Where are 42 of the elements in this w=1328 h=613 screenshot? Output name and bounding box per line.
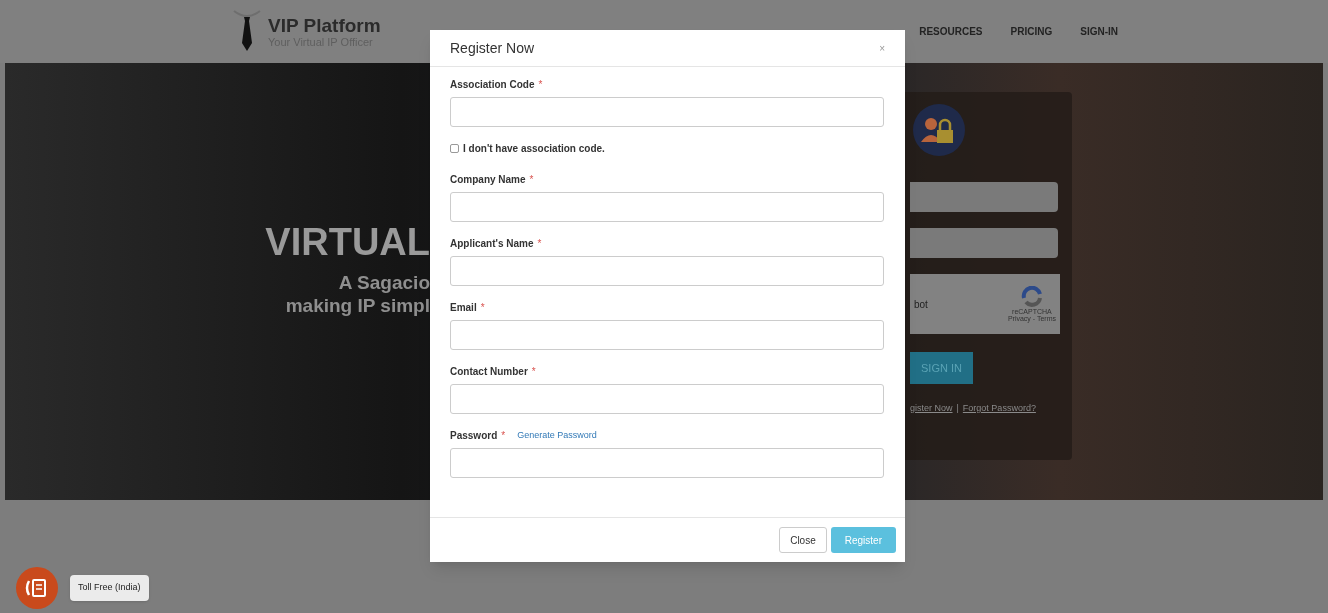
required-mark: *: [538, 78, 543, 92]
field-label: Password: [450, 429, 498, 443]
required-mark: *: [531, 365, 536, 379]
input-field[interactable]: [450, 192, 884, 222]
field-label: Contact Number: [450, 365, 528, 379]
hero-subtitle: making IP simpl: [285, 294, 430, 318]
required-mark: *: [480, 301, 485, 315]
close-button[interactable]: Close: [779, 527, 827, 553]
input-field[interactable]: [450, 384, 884, 414]
checkbox[interactable]: [450, 144, 459, 153]
close-button[interactable]: ×: [879, 40, 885, 56]
input-field[interactable]: [450, 256, 884, 286]
captcha-label: bot: [914, 297, 928, 312]
link-separator: |: [956, 402, 959, 415]
nav-link[interactable]: SIGN-IN: [1080, 24, 1118, 39]
field-label: Email: [450, 301, 477, 315]
input-field[interactable]: [450, 320, 884, 350]
hero-heading: VIRTUAL: [265, 220, 430, 265]
forgot-password-link[interactable]: Forgot Password?: [962, 402, 1036, 416]
required-mark: *: [537, 237, 542, 251]
toll-free-tooltip: Toll Free (India): [70, 575, 149, 601]
logo-title: VIP Platform: [268, 15, 381, 35]
required-mark: *: [529, 173, 534, 187]
captcha-logo-icon: [1019, 286, 1044, 308]
user-lock-icon: [913, 104, 965, 156]
phone-book-icon[interactable]: [16, 567, 58, 609]
checkbox-label: I don't have association code.: [463, 142, 605, 156]
username-field[interactable]: [910, 182, 1058, 212]
field-label: Company Name: [450, 173, 526, 187]
input-field[interactable]: [450, 97, 884, 127]
generate-password-link[interactable]: Generate Password: [517, 428, 597, 443]
nav-link[interactable]: RESOURCES: [919, 24, 983, 39]
field-label: Applicant's Name: [450, 237, 534, 251]
hero-subtitle: A Sagacio: [338, 270, 430, 295]
input-field[interactable]: [450, 448, 884, 478]
register-button[interactable]: Register: [830, 527, 896, 553]
modal-title: Register Now: [450, 38, 535, 58]
register-link[interactable]: gister Now: [910, 402, 953, 416]
required-mark: *: [501, 429, 506, 443]
nav-link[interactable]: PRICING: [1010, 24, 1053, 39]
field-label: Association Code: [450, 78, 535, 92]
password-field[interactable]: [910, 228, 1058, 258]
